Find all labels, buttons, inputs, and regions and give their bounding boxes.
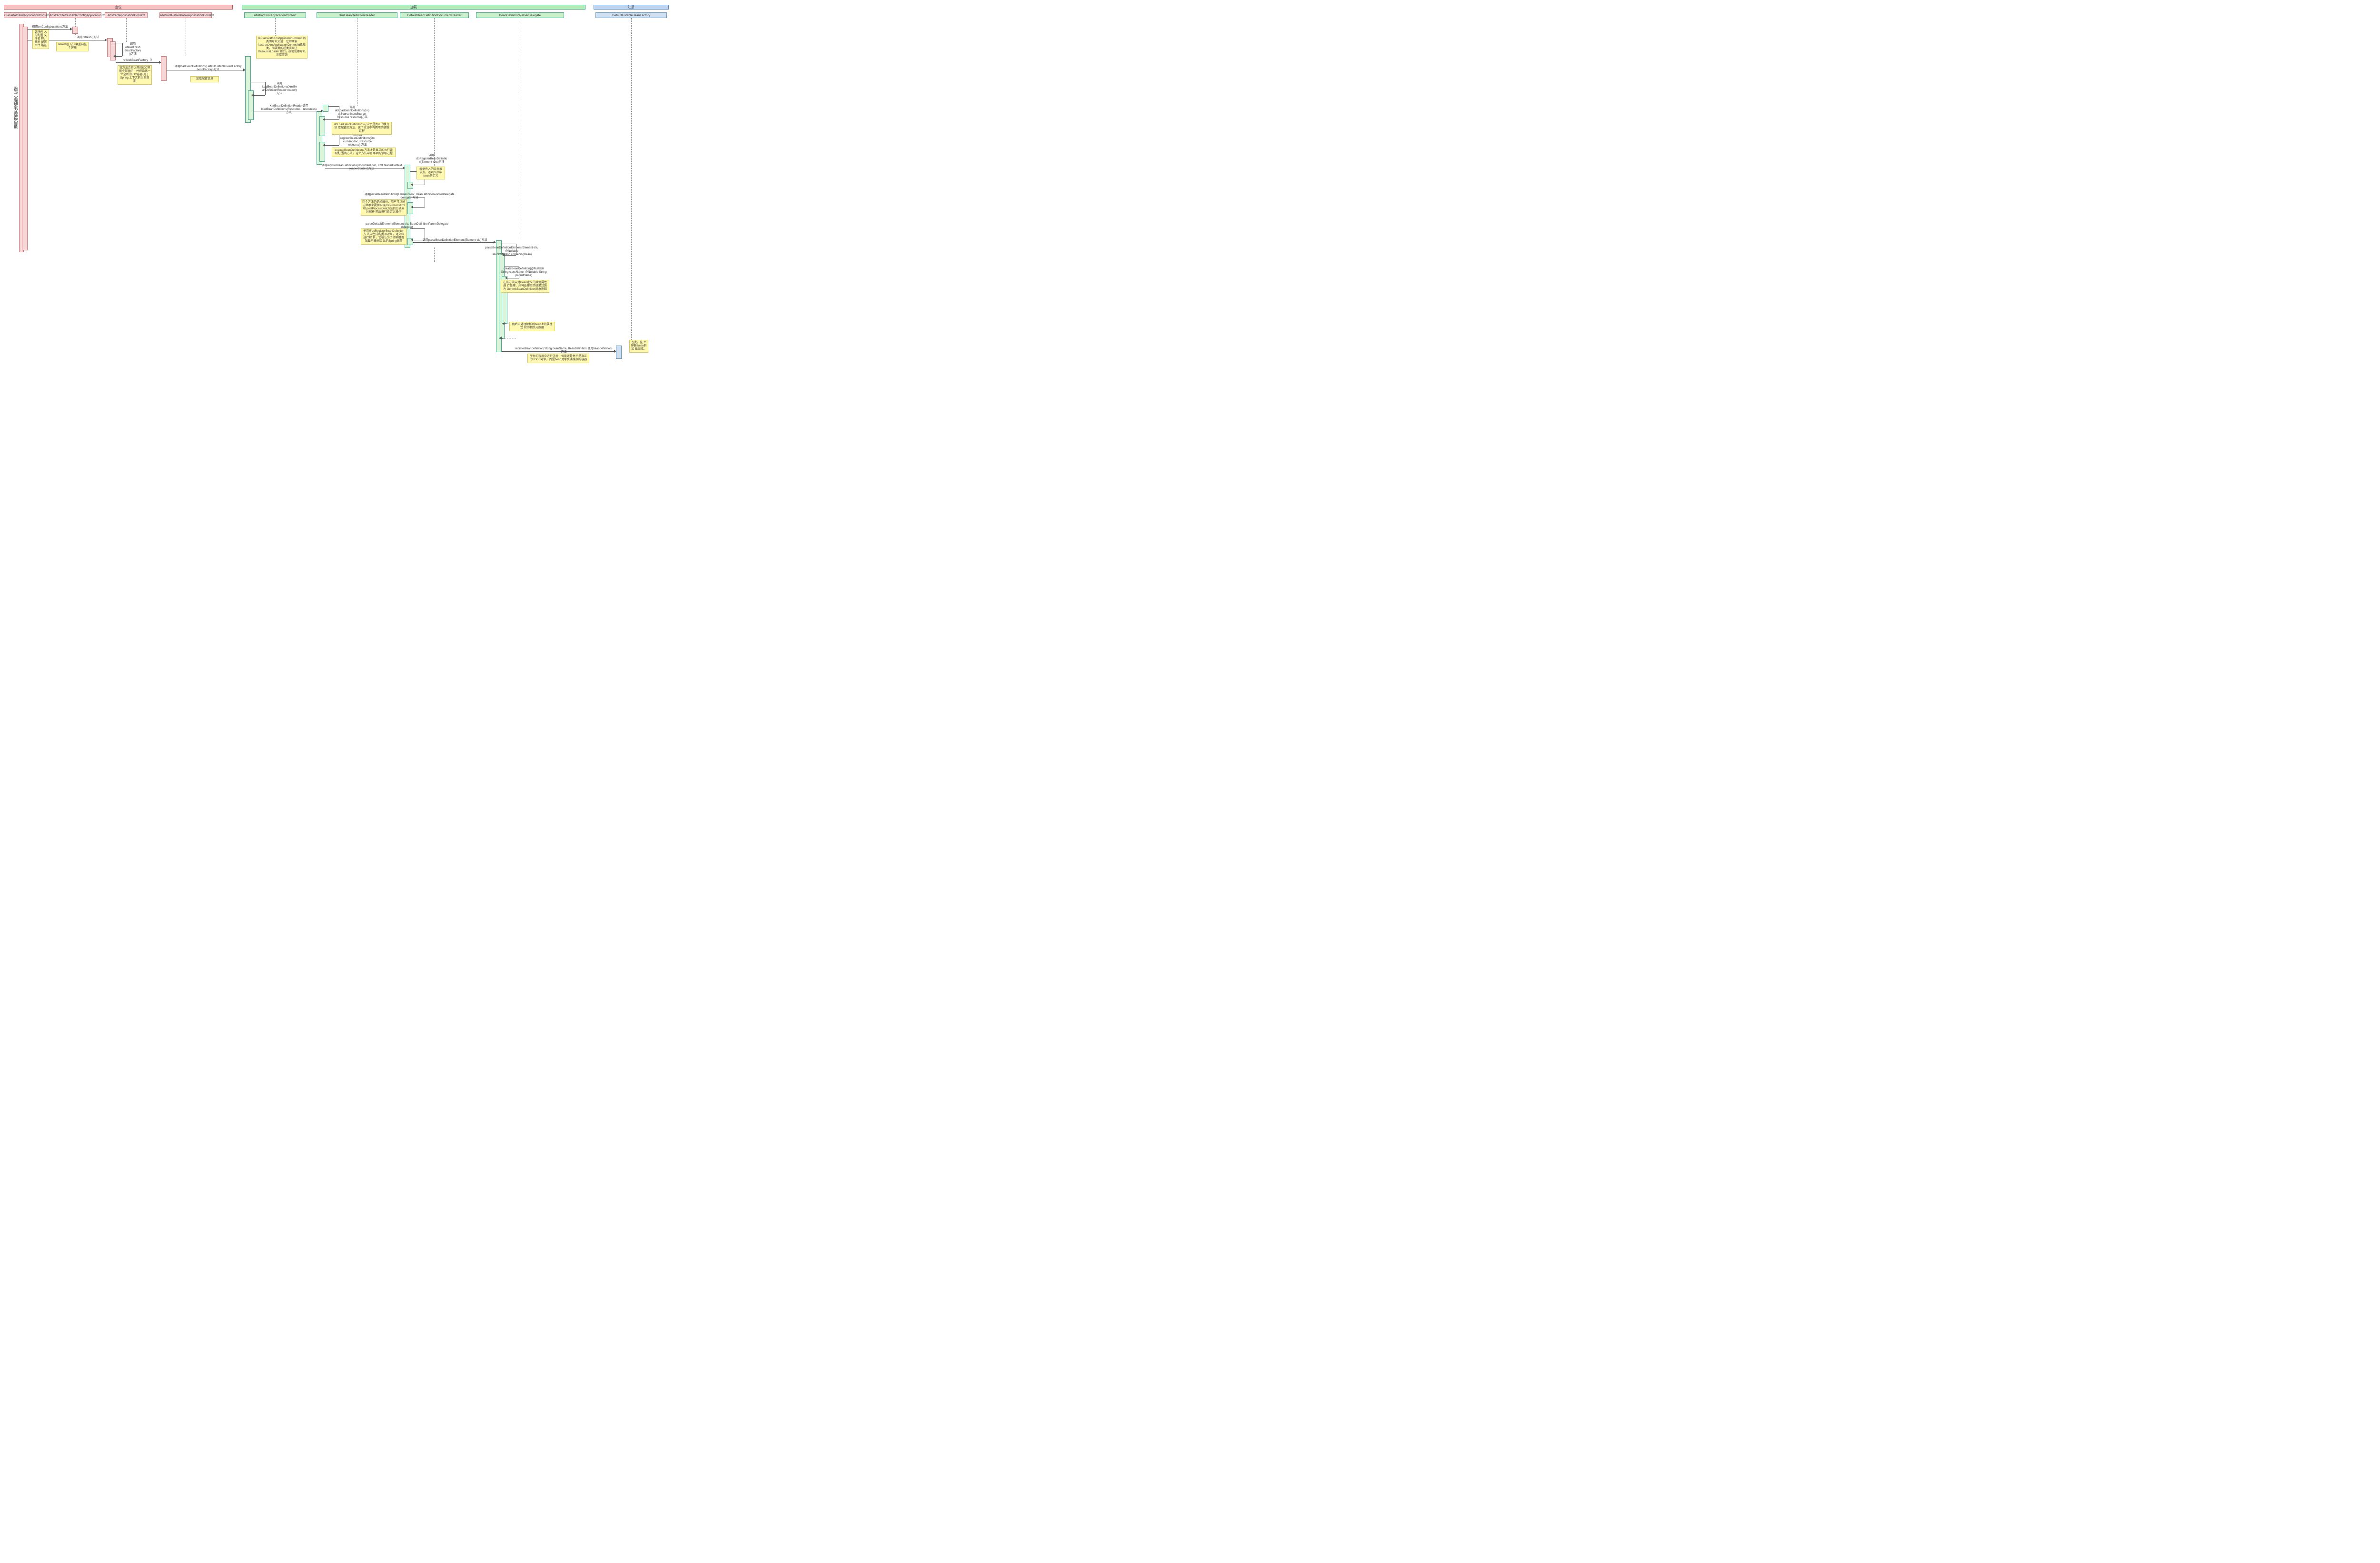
vertical-process-label: 调用构造方法的整个过程 (13, 48, 19, 129)
edge-e7-label: XmlBeanDefinitionReader调用 loadBeanDefini… (260, 105, 318, 115)
group-register: 注册 (594, 5, 669, 10)
lane-doc-reader: DefaultBeanDefinitionDocumentReader (400, 12, 469, 18)
edge-e13-arrow (411, 238, 413, 241)
lane-parser-delegate: BeanDefinitionParserDelegate (476, 12, 564, 18)
edge-e3-label: 调用 obtainFresh BeanFactory ()方法 (123, 43, 143, 56)
edge-e2-arrow (105, 39, 107, 41)
lane-classpath: ClassPathXmlApplicationContext (4, 12, 47, 18)
note-n3: 该方法会将之前的IOC容 器全部关闭，并初始化一 个全新的IOC容器,用于 Sp… (118, 65, 152, 85)
edge-e8-label: 调用 doLoadBeanDefinitions(Inp utSource in… (333, 106, 371, 119)
edge-e9-label: 调用int registerBeanDefinitions(Do cument … (339, 134, 376, 147)
lifeline-l3 (126, 18, 127, 42)
activation-l4 (161, 56, 167, 81)
edge-e11-arrow (411, 183, 413, 186)
note-n14: 也此，整 个容器 bean的加 载完成。 (629, 340, 648, 353)
activation-l2 (72, 27, 78, 34)
edge-e5-label: 调用loadBeanDefinitions(DefaultListableBea… (172, 65, 244, 72)
edge-e3c (116, 56, 122, 57)
edge-e14 (413, 242, 496, 243)
note-n1: 处理传 入的配置 文件名 称，解析 配置文件 路径 (32, 30, 49, 49)
edge-e3-arrow (113, 55, 116, 58)
edge-e16-label: createBeanDefinition(@Nullable String cl… (499, 267, 549, 277)
edge-e14-arrow (494, 241, 496, 244)
edge-e12c (413, 207, 425, 208)
edge-e1-label: 调用setConfigLocations方法 (29, 26, 71, 29)
edge-e10-label: 调用registerBeanDefinitions(Document doc, … (317, 164, 407, 171)
edge-e9c (325, 145, 339, 146)
edge-e8c (325, 119, 339, 120)
note-n10: 使用在doRegisterBeanDefinition方 法中生成的委派对象，对… (361, 228, 407, 245)
lifeline-l7b (434, 247, 435, 262)
edge-e7-arrow (321, 109, 323, 112)
edge-e9-arrow (323, 144, 325, 147)
lane-refreshable-appctx: AbstractRefreshableApplicationContext (159, 12, 212, 18)
lane-abstract-xml-ctx: AbstractXmlApplicationContext (244, 12, 306, 18)
edge-e12-arrow (411, 206, 413, 208)
activation-l3-inner (110, 41, 116, 60)
edge-e14-label: 调用parseBeanDefinitionElement(Element ele… (418, 239, 492, 242)
note-n9: 这个方法的是纯解析，用户可以通 过继承来提供实现preProcessXml和 p… (361, 199, 407, 216)
edge-l8-ret1-arrow (502, 322, 505, 325)
lane-abstract-appctx: AbstractApplicationContext (105, 12, 148, 18)
lifeline-l7a (434, 18, 435, 166)
note-n11: 在该方法中对Bean定义的其他属性进 行处理，并将处理后的结果封装为 Gener… (501, 280, 549, 293)
lane-listable-factory: DefaultListableBeanFactory (595, 12, 667, 18)
edge-e15-label: parseBeanDefinitionElement(Element ele, … (478, 247, 545, 257)
note-n2: refresh() 方法会重启整 个容器 (56, 42, 89, 51)
note-n6: doLoadBeanDefinitions方法才是真正的执行读 取配置的方法，这… (332, 122, 392, 135)
note-n7: doLoadBeanDefinitions方法才是真正的执行读取配 置的方法，这… (332, 148, 396, 157)
lane-refreshable-config: AbstractRefreshableConfigApplicationCont… (49, 12, 101, 18)
edge-e12-label: 调用parseBeanDefinitions(Element root, Bea… (359, 193, 459, 200)
activation-l6-a (323, 105, 328, 112)
edge-e17-arrow (614, 350, 616, 353)
edge-l8-ret2-arrow (499, 336, 502, 339)
edge-e4-label: refreshBeanFactory（） (116, 59, 161, 62)
note-n12: 随后只处理解析到bean上的属性定 时的相关元数据 (509, 322, 555, 331)
edge-e6-arrow (251, 94, 254, 97)
lifeline-l9 (631, 18, 632, 345)
edge-e2-label: 调用refresh()方法 (71, 36, 105, 40)
activation-l1-inner (22, 27, 28, 250)
edge-e4 (116, 62, 161, 63)
activation-l9 (616, 346, 622, 359)
group-load: 加载 (242, 5, 585, 10)
edge-e11-label: 调用 doRegisterBeanDefinitio n(Element roo… (414, 154, 449, 164)
note-n13: 所有的容器中进行注册，但能还是并不是真正的 IOCC对象，而是bean对象反演缓… (527, 354, 589, 363)
note-n5: 从ClassPathXmlApplicationContext 的 类图可以知道… (256, 36, 307, 59)
note-n8: 根据传入的文档根 节点，逐项文档中 bean的定义 (416, 167, 445, 179)
edge-e8-arrow (323, 118, 325, 121)
note-n4: 加载配置信息 (190, 76, 219, 82)
group-locate: 定位 (4, 5, 233, 10)
edge-e3b (122, 43, 123, 56)
edge-e17-label: registerBeanDefinition(String beanName, … (515, 347, 613, 354)
lane-xml-reader: XmlBeanDefinitionReader (317, 12, 397, 18)
edge-e6-label: 调用 loadBeanDefinitions(XmlBe anDefinitio… (261, 82, 298, 96)
